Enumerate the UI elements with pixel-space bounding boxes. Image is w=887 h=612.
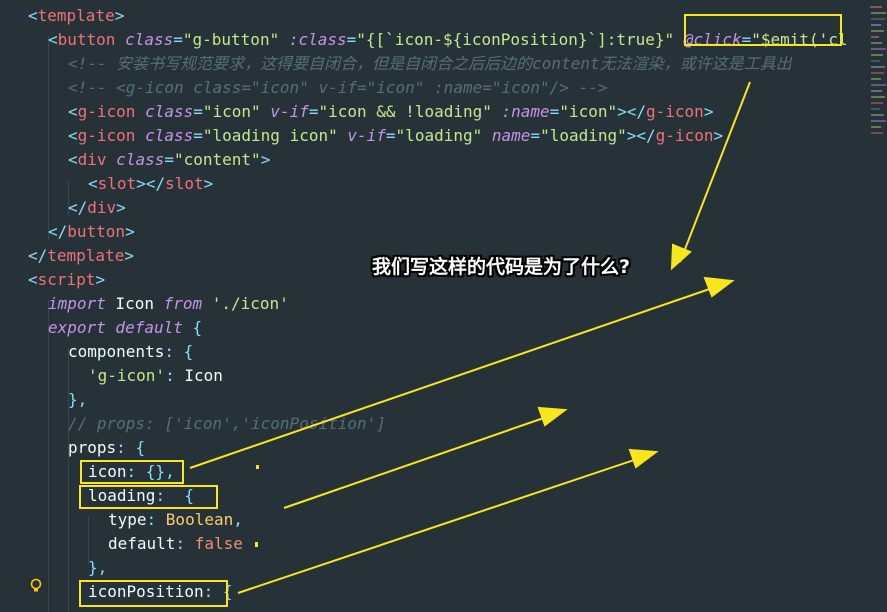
arrowhead — [703, 276, 735, 298]
arrow — [189, 282, 728, 469]
arrowhead — [670, 243, 692, 271]
minimap[interactable] — [868, 0, 887, 612]
arrow — [679, 81, 751, 263]
cursor-mark — [256, 465, 259, 469]
arrowhead — [628, 448, 659, 469]
arrow — [237, 453, 653, 594]
arrowhead — [537, 406, 568, 427]
arrow — [283, 411, 562, 509]
annotation-arrows — [189, 81, 751, 594]
cursor-mark — [255, 542, 258, 547]
